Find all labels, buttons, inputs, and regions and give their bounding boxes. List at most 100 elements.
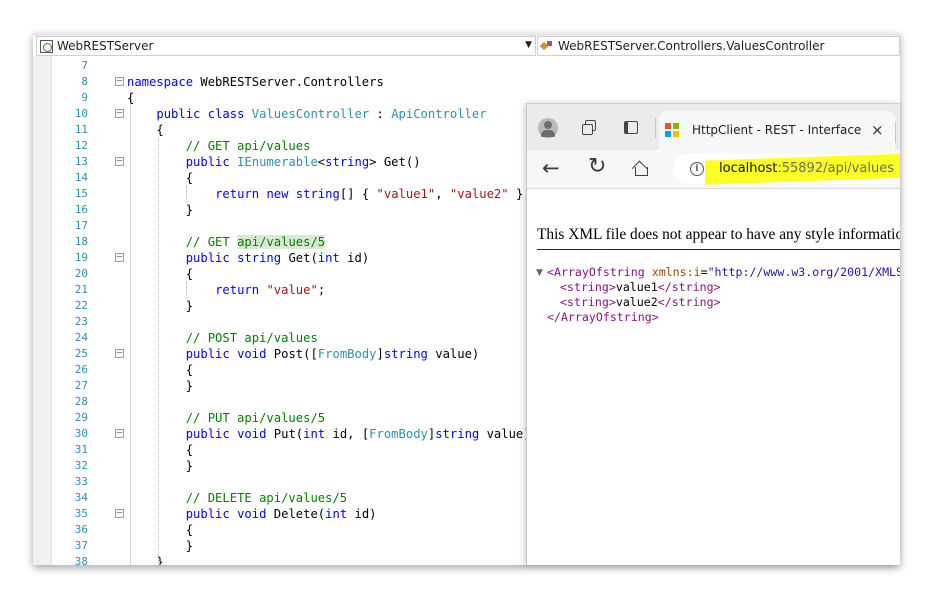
xml-text: value1: [615, 280, 658, 294]
back-arrow-icon[interactable]: ←: [542, 156, 560, 180]
keyword: void: [237, 347, 267, 361]
tab-bar: HttpClient - REST - Interface / GE ×: [527, 104, 900, 150]
line-number: 19: [74, 251, 88, 264]
keyword: string: [325, 155, 370, 169]
class-icon: [541, 40, 554, 53]
outline-spacer: [113, 410, 125, 426]
line-number-gutter: 7 8 9 10 11 12 13 14 15 16 17 18 19 20 21 22 23 24 25 26 27 2…: [52, 58, 88, 565]
refresh-icon[interactable]: ↻: [588, 154, 606, 179]
tab-actions-icon[interactable]: [624, 121, 638, 134]
workspaces-icon[interactable]: [582, 120, 596, 135]
line-number: 23: [74, 315, 88, 328]
line-number: 26: [74, 363, 88, 376]
keyword: namespace: [127, 75, 194, 89]
class-name: ValuesController: [251, 107, 370, 121]
tab-title: HttpClient - REST - Interface / GE: [692, 123, 864, 137]
xml-attr-name: xmlns:i: [644, 265, 701, 279]
line-number: 29: [74, 411, 88, 424]
profile-icon[interactable]: [538, 118, 558, 138]
line-number: 13: [74, 155, 88, 168]
outline-spacer: [113, 394, 125, 410]
collapse-class-icon[interactable]: [113, 106, 125, 122]
brace: {: [185, 523, 194, 537]
punct: :: [369, 107, 392, 121]
collapse-put-icon[interactable]: [113, 426, 125, 442]
indicator-margin: [33, 56, 52, 565]
outlining-margin: [113, 58, 125, 522]
collapse-triangle-icon[interactable]: ▼: [536, 268, 543, 278]
punct: ]: [376, 347, 384, 361]
code-line: namespace WebRESTServer.Controllers: [127, 74, 900, 90]
line-number: 27: [74, 379, 88, 392]
brace: {: [185, 363, 194, 377]
xml-eq: =: [700, 265, 708, 279]
line-number: 7: [81, 59, 88, 72]
keyword: public: [185, 251, 230, 265]
brace: }: [185, 459, 194, 473]
url-host: localhost: [719, 161, 778, 176]
outline-spacer: [113, 458, 125, 474]
collapse-delete-icon[interactable]: [113, 506, 125, 522]
outline-spacer: [113, 170, 125, 186]
tab-separator: [655, 118, 656, 138]
tab-separator: [895, 123, 896, 143]
outline-spacer: [113, 186, 125, 202]
address-bar[interactable]: i localhost:55892/api/values: [673, 153, 900, 185]
xml-attr-value: "http://www.w3.org/2001/XMLSchema-instan…: [707, 265, 900, 279]
xml-string-element: <string>value1</string>: [560, 280, 721, 295]
keyword: void: [237, 507, 267, 521]
comment: // GET: [185, 235, 238, 249]
collapse-post-icon[interactable]: [113, 346, 125, 362]
method-sig: value): [479, 427, 531, 441]
xml-tag: </ArrayOfstring>: [547, 310, 659, 324]
line-number: 37: [74, 539, 88, 552]
method-sig: Delete(: [266, 507, 326, 521]
class-dropdown[interactable]: WebRESTServer.Controllers.ValuesControll…: [537, 36, 900, 56]
collapse-get-id-icon[interactable]: [113, 250, 125, 266]
line-number: 34: [74, 491, 88, 504]
xml-text: value2: [615, 295, 658, 309]
line-number: 11: [74, 123, 88, 136]
line-number: 12: [74, 139, 88, 152]
keyword: public: [185, 155, 230, 169]
chevron-down-icon[interactable]: ▼: [525, 40, 532, 50]
method-sig: id): [347, 507, 377, 521]
line-number: 24: [74, 331, 88, 344]
line-number: 31: [74, 443, 88, 456]
csharp-project-icon: [40, 39, 53, 53]
keyword: string: [383, 347, 428, 361]
brace: }: [185, 539, 194, 553]
site-info-icon[interactable]: i: [690, 162, 704, 176]
keyword: public: [156, 107, 201, 121]
keyword: public: [185, 507, 230, 521]
brace: }: [185, 203, 194, 217]
line-number: 14: [74, 171, 88, 184]
collapse-namespace-icon[interactable]: [113, 74, 125, 90]
class-dropdown-label: WebRESTServer.Controllers.ValuesControll…: [558, 39, 825, 53]
outline-spacer: [113, 442, 125, 458]
comment: // PUT api/values/5: [185, 411, 326, 425]
method-sig: id, [: [325, 427, 370, 441]
project-dropdown[interactable]: WebRESTServer ▼: [36, 36, 536, 56]
url-text[interactable]: localhost:55892/api/values: [719, 161, 894, 176]
browser-tab[interactable]: HttpClient - REST - Interface / GE ×: [659, 111, 896, 150]
line-number: 32: [74, 459, 88, 472]
outline-spacer: [113, 314, 125, 330]
line-number: 21: [74, 283, 88, 296]
keyword: int: [325, 507, 348, 521]
method-sig: Put(: [266, 427, 304, 441]
project-dropdown-label: WebRESTServer: [57, 39, 154, 53]
xml-tag: <ArrayOfstring: [547, 265, 645, 279]
outline-spacer: [113, 266, 125, 282]
xml-tag: <string>: [560, 295, 616, 309]
method-sig: Get(: [281, 251, 318, 265]
punct: ,: [435, 187, 450, 201]
keyword: return: [215, 187, 260, 201]
home-icon[interactable]: [632, 159, 650, 177]
collapse-get-icon[interactable]: [113, 154, 125, 170]
punct: [] {: [339, 187, 377, 201]
line-number: 16: [74, 203, 88, 216]
close-tab-icon[interactable]: ×: [871, 121, 884, 139]
outline-spacer: [113, 298, 125, 314]
